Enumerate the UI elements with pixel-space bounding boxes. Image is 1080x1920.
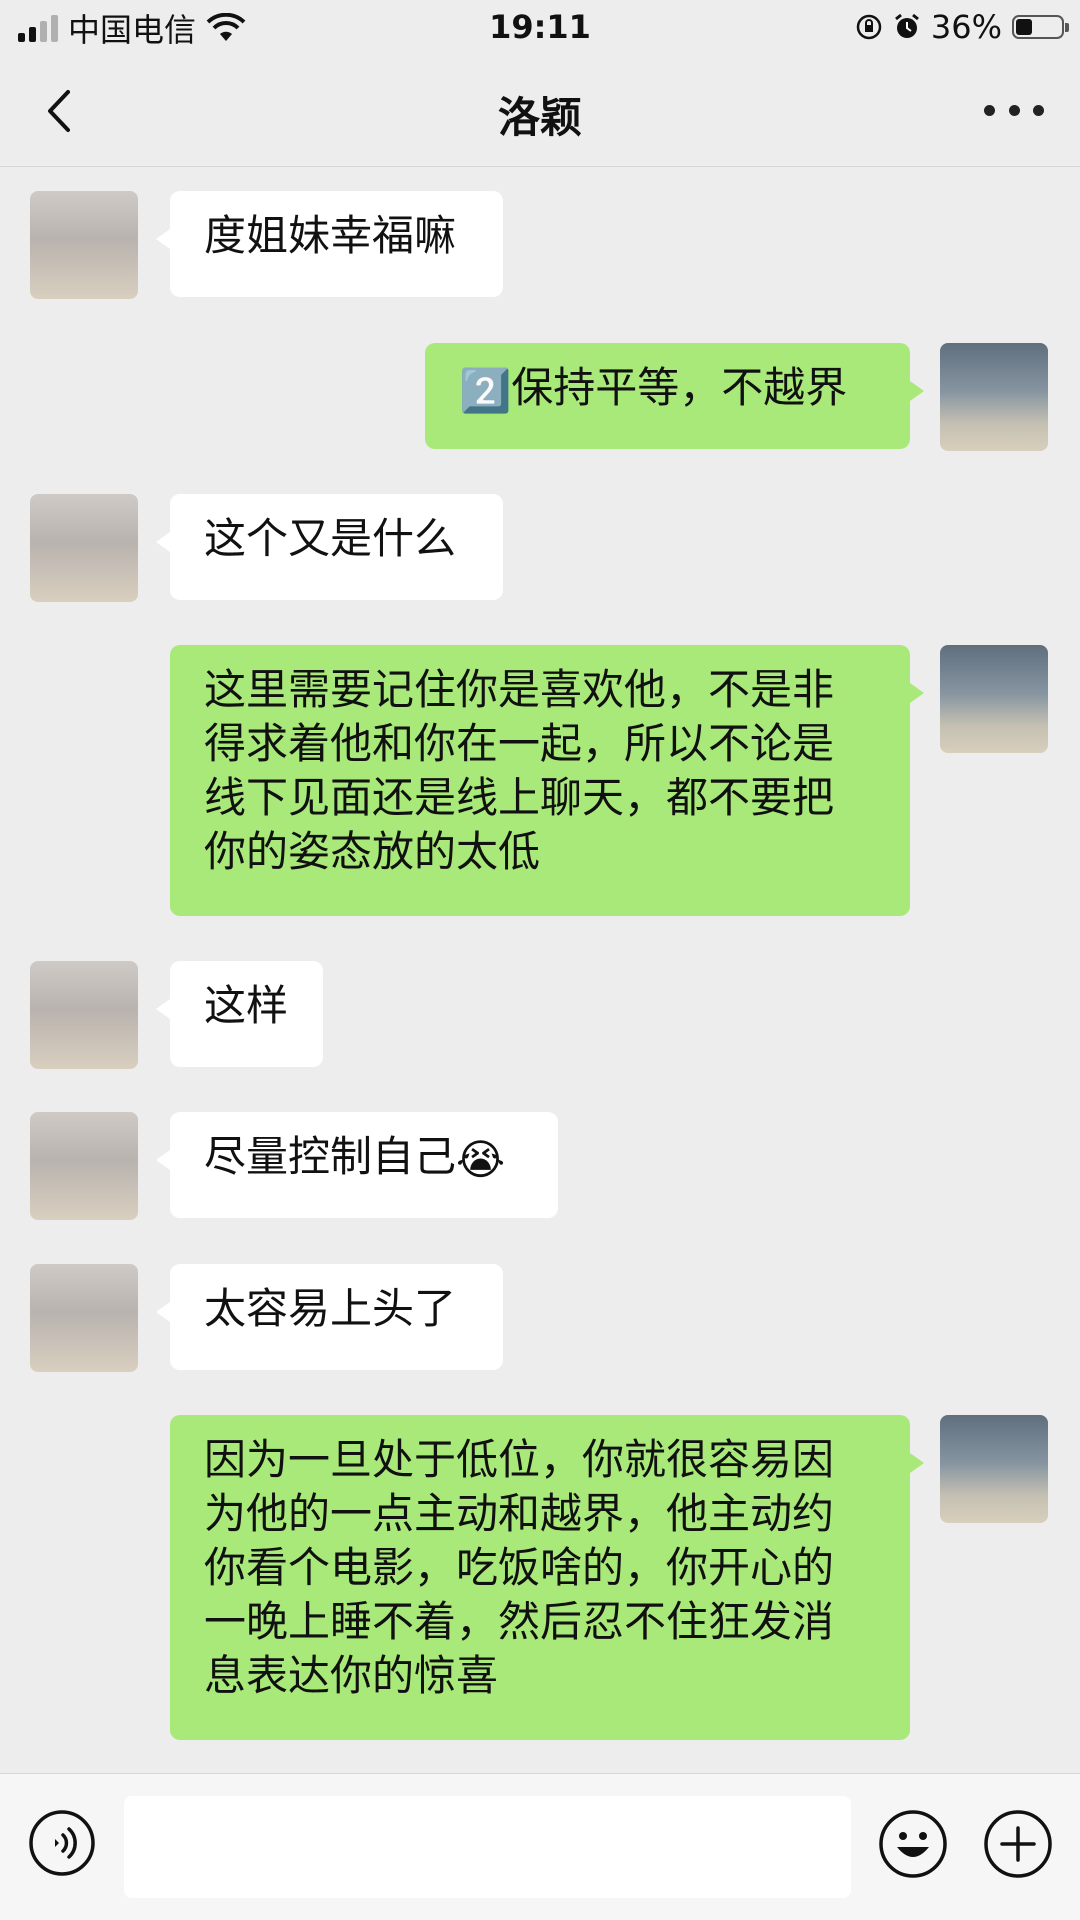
battery-level	[1016, 19, 1032, 35]
more-dots-icon[interactable]	[984, 98, 1044, 122]
plus-icon[interactable]	[983, 1809, 1053, 1879]
message-text: 太容易上头了	[204, 1284, 457, 1333]
my-avatar[interactable]	[940, 645, 1048, 753]
battery-percent: 36%	[930, 8, 1002, 46]
message-text: 度姐妹幸福嘛	[204, 211, 457, 260]
contact-avatar[interactable]	[30, 1112, 138, 1220]
message-bubble-incoming[interactable]: 这个又是什么	[156, 494, 503, 600]
contact-avatar[interactable]	[30, 961, 138, 1069]
loudly-crying-emoji: 😭	[456, 1134, 506, 1184]
message-input[interactable]	[124, 1796, 851, 1898]
contact-avatar[interactable]	[30, 191, 138, 299]
contact-avatar[interactable]	[30, 1264, 138, 1372]
my-avatar[interactable]	[940, 343, 1048, 451]
chat-title: 洛颖	[497, 93, 582, 142]
message-bubble-incoming[interactable]: 太容易上头了	[156, 1264, 503, 1370]
message-line: 一晚上睡不着，然后忍不住狂发消	[204, 1597, 835, 1646]
battery-icon	[1012, 15, 1069, 39]
rotation-lock-icon	[856, 14, 882, 40]
message-line: 你的姿态放的太低	[204, 827, 541, 876]
keycap-two-emoji: 2️⃣	[459, 365, 512, 415]
message-bubble-incoming[interactable]: 度姐妹幸福嘛	[156, 191, 503, 297]
input-bar	[0, 1773, 1080, 1920]
message-bubble-incoming[interactable]: 这样	[156, 961, 323, 1067]
message-text: 尽量控制自己	[204, 1132, 457, 1181]
message-line: 得求着他和你在一起，所以不论是	[204, 719, 835, 768]
nav-bar: 洛颖	[0, 56, 1080, 167]
my-avatar[interactable]	[940, 1415, 1048, 1523]
message-bubble-outgoing[interactable]: 因为一旦处于低位，你就很容易因 为他的一点主动和越界，他主动约 你看个电影，吃饭…	[170, 1415, 924, 1740]
message-bubble-outgoing[interactable]: 2️⃣保持平等，不越界	[425, 343, 924, 449]
emoji-icon[interactable]	[878, 1809, 948, 1879]
message-text: 保持平等，不越界	[511, 363, 848, 412]
message-line: 息表达你的惊喜	[204, 1651, 499, 1700]
message-bubble-incoming[interactable]: 尽量控制自己😭	[156, 1112, 558, 1218]
message-line: 因为一旦处于低位，你就很容易因	[204, 1435, 835, 1484]
status-bar: 中国电信 19:11 36%	[0, 0, 1080, 56]
status-right: 36%	[855, 8, 1069, 46]
alarm-icon	[894, 13, 919, 38]
message-line: 你看个电影，吃饭啥的，你开心的	[204, 1543, 835, 1592]
message-bubble-outgoing[interactable]: 这里需要记住你是喜欢他，不是非 得求着他和你在一起，所以不论是 线下见面还是线上…	[170, 645, 924, 916]
message-line: 线下见面还是线上聊天，都不要把	[204, 773, 835, 822]
message-line: 为他的一点主动和越界，他主动约	[204, 1489, 835, 1538]
contact-avatar[interactable]	[30, 494, 138, 602]
message-text: 这个又是什么	[204, 514, 457, 563]
message-line: 这里需要记住你是喜欢他，不是非	[204, 665, 835, 714]
voice-icon[interactable]	[28, 1809, 96, 1877]
chat-screen: 中国电信 19:11 36% 洛颖 度姐妹幸福嘛 2️⃣保持平等，不越界 这个又…	[0, 0, 1080, 1920]
message-text: 这样	[204, 981, 289, 1030]
